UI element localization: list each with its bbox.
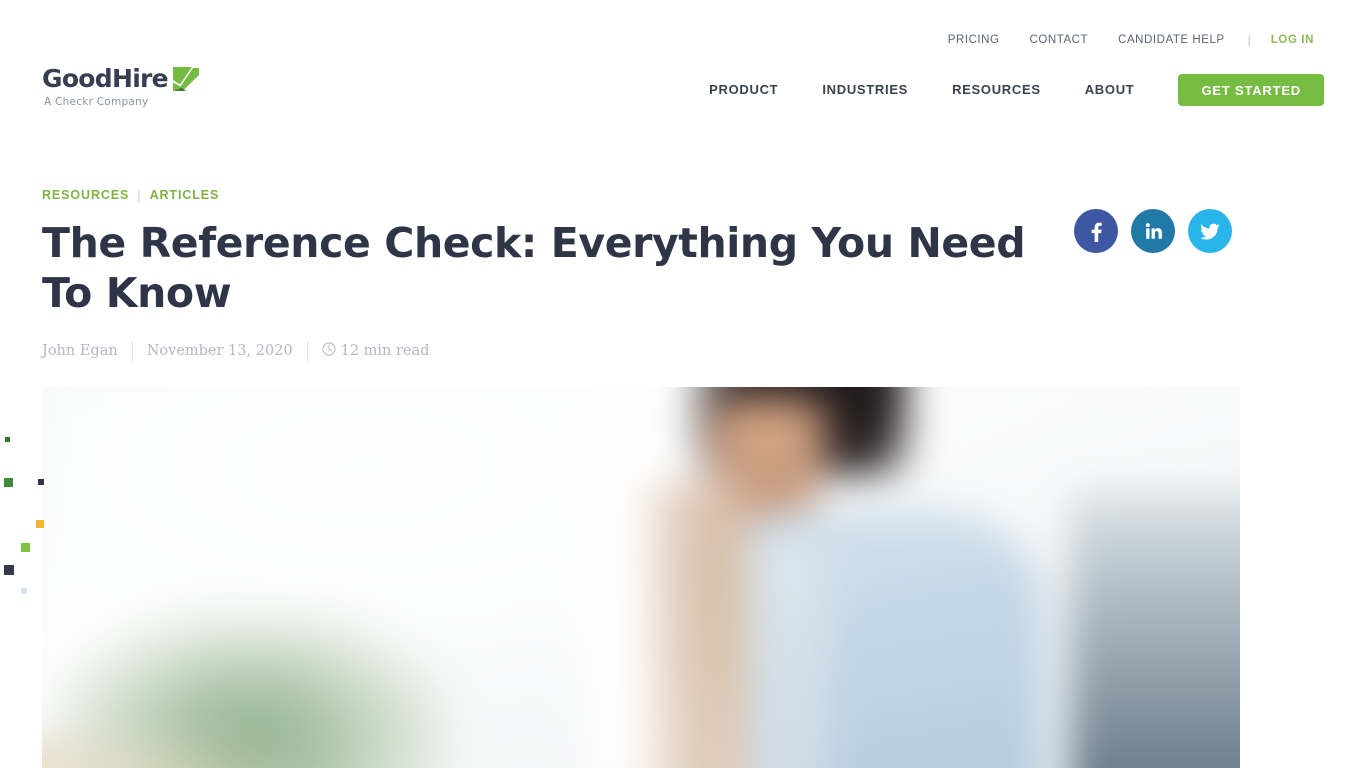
upward-chart-arrow-icon xyxy=(172,66,200,92)
meta-divider-1 xyxy=(131,341,133,361)
article-hero-image xyxy=(42,387,1240,768)
article-read-time: 12 min read xyxy=(321,342,430,360)
twitter-share-button[interactable] xyxy=(1188,209,1232,253)
main-nav: PRODUCT INDUSTRIES RESOURCES ABOUT GET S… xyxy=(687,74,1324,106)
linkedin-share-button[interactable] xyxy=(1131,209,1175,253)
utility-nav-item-candidate-help[interactable]: CANDIDATE HELP xyxy=(1103,31,1240,49)
goodhire-logo[interactable]: GoodHire A Checkr Company xyxy=(42,66,242,108)
logo-tagline: A Checkr Company xyxy=(44,96,149,108)
article-author: John Egan xyxy=(42,343,118,359)
twitter-icon xyxy=(1198,219,1222,243)
article-meta: John Egan November 13, 2020 12 min read xyxy=(42,341,429,361)
breadcrumb-item-resources[interactable]: RESOURCES xyxy=(42,188,129,202)
page-title: The Reference Check: Everything You Need… xyxy=(42,219,1026,317)
deco-square-3 xyxy=(38,479,44,485)
utility-nav-divider: | xyxy=(1247,33,1251,47)
logo-row: GoodHire xyxy=(42,66,242,92)
deco-square-5 xyxy=(21,543,30,552)
deco-square-7 xyxy=(21,588,27,594)
clock-icon xyxy=(321,342,336,360)
breadcrumb-item-articles[interactable]: ARTICLES xyxy=(150,188,220,202)
utility-nav: PRICING CONTACT CANDIDATE HELP | LOG IN xyxy=(933,31,1324,49)
breadcrumb-separator: | xyxy=(137,187,142,203)
nav-item-product[interactable]: PRODUCT xyxy=(687,74,800,106)
deco-square-6 xyxy=(4,565,14,575)
article-date: November 13, 2020 xyxy=(146,343,293,359)
page-root: PRICING CONTACT CANDIDATE HELP | LOG IN … xyxy=(0,0,1366,768)
nav-item-resources[interactable]: RESOURCES xyxy=(930,74,1063,106)
log-in-link[interactable]: LOG IN xyxy=(1259,31,1324,49)
nav-item-industries[interactable]: INDUSTRIES xyxy=(800,74,930,106)
deco-square-2 xyxy=(4,478,13,487)
deco-square-1 xyxy=(5,437,10,442)
read-time-label: 12 min read xyxy=(340,343,430,359)
breadcrumb: RESOURCES | ARTICLES xyxy=(42,186,1072,204)
social-share-bar xyxy=(1074,209,1232,253)
utility-nav-item-pricing[interactable]: PRICING xyxy=(933,31,1015,49)
facebook-share-button[interactable] xyxy=(1074,209,1118,253)
get-started-button[interactable]: GET STARTED xyxy=(1178,74,1324,106)
hero-image-canvas xyxy=(42,387,1240,768)
logo-wordmark: GoodHire xyxy=(42,64,169,93)
utility-nav-item-contact[interactable]: CONTACT xyxy=(1015,31,1104,49)
facebook-icon xyxy=(1085,220,1107,242)
nav-item-about[interactable]: ABOUT xyxy=(1063,74,1157,106)
deco-square-4 xyxy=(36,520,44,528)
linkedin-icon xyxy=(1142,220,1164,242)
article-header: RESOURCES | ARTICLES The Reference Check… xyxy=(42,186,1072,361)
meta-divider-2 xyxy=(306,341,308,361)
